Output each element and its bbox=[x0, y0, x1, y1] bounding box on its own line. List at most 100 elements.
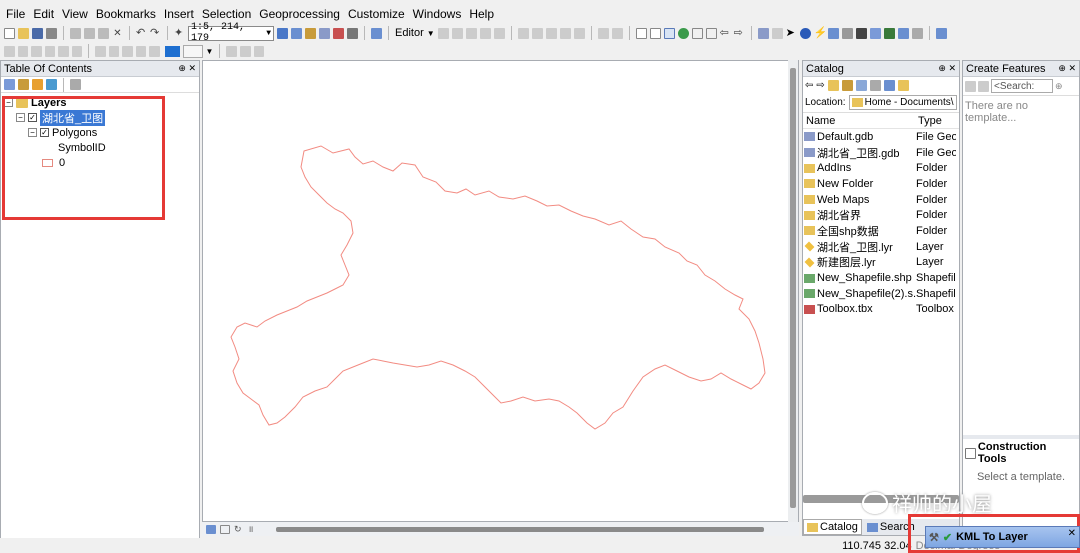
horizontal-scrollbar[interactable] bbox=[276, 526, 764, 532]
rotate-icon[interactable] bbox=[573, 27, 585, 39]
pin-close-icon[interactable]: ⊕ ✕ bbox=[178, 63, 196, 74]
table-tool-icon[interactable] bbox=[95, 45, 106, 57]
menu-edit[interactable]: Edit bbox=[33, 6, 54, 22]
attributes-icon[interactable] bbox=[597, 27, 609, 39]
georef-tool-icon[interactable] bbox=[58, 45, 69, 57]
menu-selection[interactable]: Selection bbox=[202, 6, 251, 22]
table-tool-icon[interactable] bbox=[135, 45, 147, 57]
search-window-icon[interactable] bbox=[319, 27, 330, 39]
refresh-catalog-icon[interactable] bbox=[897, 79, 909, 91]
draw-tool-icon[interactable] bbox=[239, 45, 251, 57]
goto-xy-icon[interactable] bbox=[883, 27, 895, 39]
template-search-input[interactable]: <Search: bbox=[991, 79, 1053, 93]
layout-toolbar-icon[interactable] bbox=[935, 27, 947, 39]
menu-customize[interactable]: Customize bbox=[348, 6, 405, 22]
tab-catalog[interactable]: Catalog bbox=[803, 519, 862, 535]
organize-templates-icon[interactable] bbox=[965, 80, 976, 92]
list-by-source-icon[interactable] bbox=[18, 79, 29, 90]
menu-geoprocessing[interactable]: Geoprocessing bbox=[259, 6, 340, 22]
hyperlink-icon[interactable]: ⚡ bbox=[814, 27, 828, 39]
catalog-item[interactable]: 全国shp数据 Folder bbox=[804, 223, 959, 239]
layout-view-icon[interactable] bbox=[220, 524, 230, 534]
table-tool-icon[interactable] bbox=[149, 45, 160, 57]
pin-close-icon[interactable]: ⊕ ✕ bbox=[938, 63, 956, 74]
create-viewer-icon[interactable] bbox=[911, 27, 923, 39]
column-type-header[interactable]: Type bbox=[918, 115, 942, 127]
back-extent-icon[interactable]: ⇦ bbox=[720, 27, 731, 39]
straight-segment-icon[interactable] bbox=[465, 27, 477, 39]
select-features-icon[interactable] bbox=[757, 27, 769, 39]
table-tool-icon[interactable] bbox=[122, 45, 133, 57]
time-slider-icon[interactable] bbox=[897, 27, 909, 39]
editor-toolbar-icon[interactable] bbox=[277, 27, 288, 39]
menu-bookmarks[interactable]: Bookmarks bbox=[96, 6, 156, 22]
html-popup-icon[interactable] bbox=[827, 27, 839, 39]
forward-extent-icon[interactable]: ⇨ bbox=[734, 27, 745, 39]
pause-drawing-icon[interactable]: ॥ bbox=[248, 524, 258, 534]
point-icon[interactable] bbox=[493, 27, 505, 39]
menu-windows[interactable]: Windows bbox=[413, 6, 462, 22]
draw-tool-icon[interactable] bbox=[253, 45, 265, 57]
redo-icon[interactable]: ↷ bbox=[150, 27, 161, 39]
open-icon[interactable] bbox=[18, 27, 29, 39]
edit-annotation-icon[interactable] bbox=[451, 27, 463, 39]
vertical-scrollbar[interactable] bbox=[790, 68, 796, 508]
georef-tool-icon[interactable] bbox=[44, 45, 56, 57]
georef-tool-icon[interactable] bbox=[71, 45, 83, 57]
catalog-window-icon[interactable] bbox=[305, 27, 316, 39]
catalog-item[interactable]: 湖北省_卫图.lyr Layer bbox=[804, 239, 959, 255]
print-icon[interactable] bbox=[46, 27, 57, 39]
catalog-item[interactable]: 湖北省界 Folder bbox=[804, 207, 959, 223]
pin-close-icon[interactable]: ⊕ ✕ bbox=[1058, 63, 1076, 74]
select-elements-icon[interactable]: ➤ bbox=[786, 27, 797, 39]
catalog-item[interactable]: AddIns Folder bbox=[804, 160, 959, 176]
add-data-icon[interactable]: ✦ bbox=[174, 27, 185, 39]
python-icon[interactable] bbox=[347, 27, 358, 39]
connect-folder-icon[interactable] bbox=[855, 79, 867, 91]
sketch-properties-icon[interactable] bbox=[611, 27, 623, 39]
catalog-item[interactable]: 湖北省_卫图.gdb File Geo bbox=[804, 145, 959, 161]
search-icon[interactable]: ⊕ bbox=[1055, 81, 1063, 92]
save-icon[interactable] bbox=[32, 27, 43, 39]
menu-help[interactable]: Help bbox=[469, 6, 494, 22]
location-select[interactable]: Home - Documents\ bbox=[848, 95, 957, 110]
new-doc-icon[interactable] bbox=[4, 27, 15, 39]
georef-tool-icon[interactable] bbox=[4, 45, 15, 57]
options-icon[interactable] bbox=[70, 79, 81, 90]
cut-polygons-icon[interactable] bbox=[545, 27, 557, 39]
find-route-icon[interactable] bbox=[869, 27, 881, 39]
refresh-icon[interactable]: ↻ bbox=[234, 524, 244, 534]
trace-icon[interactable] bbox=[479, 27, 491, 39]
undo-icon[interactable]: ↶ bbox=[136, 27, 147, 39]
zoom-out-icon[interactable] bbox=[649, 27, 661, 39]
georef-tool-icon[interactable] bbox=[17, 45, 29, 57]
clear-selection-icon[interactable] bbox=[771, 27, 783, 39]
edit-vertices-icon[interactable] bbox=[517, 27, 529, 39]
find-icon[interactable] bbox=[855, 27, 867, 39]
zoom-in-icon[interactable] bbox=[635, 27, 647, 39]
catalog-item[interactable]: 新建图层.lyr Layer bbox=[804, 255, 959, 271]
paste-icon[interactable] bbox=[98, 27, 109, 39]
close-icon[interactable]: ✕ bbox=[1068, 528, 1076, 539]
catalog-item[interactable]: New_Shapefile(2).s... Shapefil bbox=[804, 286, 959, 302]
list-by-visibility-icon[interactable] bbox=[32, 79, 43, 90]
menu-file[interactable]: File bbox=[6, 6, 25, 22]
filter-icon[interactable] bbox=[978, 80, 989, 92]
fill-color-swatch[interactable] bbox=[164, 45, 181, 57]
chevron-down-icon[interactable]: ▼ bbox=[427, 29, 435, 38]
menu-insert[interactable]: Insert bbox=[164, 6, 194, 22]
georef-tool-icon[interactable] bbox=[31, 45, 42, 57]
catalog-item[interactable]: New_Shapefile.shp Shapefil bbox=[804, 270, 959, 286]
forward-icon[interactable]: ⇨ bbox=[816, 80, 824, 91]
split-icon[interactable] bbox=[559, 27, 571, 39]
catalog-item[interactable]: Web Maps Folder bbox=[804, 192, 959, 208]
window-icon[interactable] bbox=[291, 27, 302, 39]
map-view[interactable] bbox=[202, 60, 799, 522]
up-folder-icon[interactable] bbox=[827, 79, 839, 91]
measure-icon[interactable] bbox=[841, 27, 853, 39]
identify-icon[interactable] bbox=[799, 27, 811, 39]
list-by-selection-icon[interactable] bbox=[46, 79, 57, 90]
fixed-zoom-out-icon[interactable] bbox=[705, 27, 717, 39]
arctoolbox-icon[interactable] bbox=[333, 27, 344, 39]
catalog-item[interactable]: Default.gdb File Geo bbox=[804, 129, 959, 145]
